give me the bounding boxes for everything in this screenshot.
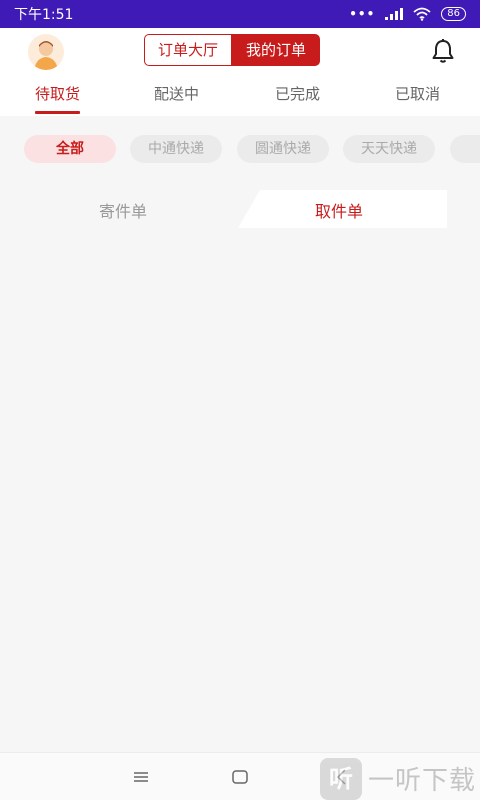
watermark-logo-icon: 听 — [320, 757, 362, 800]
tab-completed[interactable]: 已完成 — [275, 74, 320, 116]
watermark: 听 一听下载 — [320, 757, 480, 800]
avatar-icon[interactable] — [28, 34, 64, 70]
order-segment: 订单大厅 我的订单 — [144, 34, 321, 66]
order-hall-button[interactable]: 订单大厅 — [144, 34, 233, 66]
chip-zto[interactable]: 中通快递 — [130, 135, 222, 163]
dots-icon: ••• — [349, 7, 376, 21]
chip-all[interactable]: 全部 — [24, 135, 116, 163]
status-icons: ••• 86 — [349, 7, 466, 21]
tab-cancelled[interactable]: 已取消 — [395, 74, 440, 116]
wifi-icon — [413, 7, 431, 21]
menu-icon[interactable] — [131, 767, 151, 787]
watermark-text: 一听下载 — [368, 766, 477, 796]
send-order-tab[interactable]: 寄件单 — [99, 198, 147, 222]
header: 订单大厅 我的订单 — [0, 28, 480, 74]
order-type-switch: 寄件单 取件单 — [0, 188, 480, 230]
my-orders-button[interactable]: 我的订单 — [232, 34, 321, 66]
bell-icon[interactable] — [430, 38, 456, 64]
chip-more[interactable] — [450, 135, 480, 163]
courier-filter: 全部 中通快递 圆通快递 天天快递 — [0, 134, 480, 166]
status-bar: 下午1:51 ••• 86 — [0, 0, 480, 28]
chip-tiantian[interactable]: 天天快递 — [343, 135, 435, 163]
battery-icon: 86 — [441, 7, 466, 21]
home-icon[interactable] — [230, 767, 250, 787]
tab-delivering[interactable]: 配送中 — [154, 74, 199, 116]
pickup-order-tab[interactable]: 取件单 — [315, 198, 363, 222]
tab-pending-pickup[interactable]: 待取货 — [35, 74, 81, 116]
signal-icon — [385, 8, 404, 20]
order-status-tabs: 待取货 配送中 已完成 已取消 — [0, 74, 480, 116]
status-time: 下午1:51 — [14, 7, 74, 23]
chip-yto[interactable]: 圆通快递 — [237, 135, 329, 163]
